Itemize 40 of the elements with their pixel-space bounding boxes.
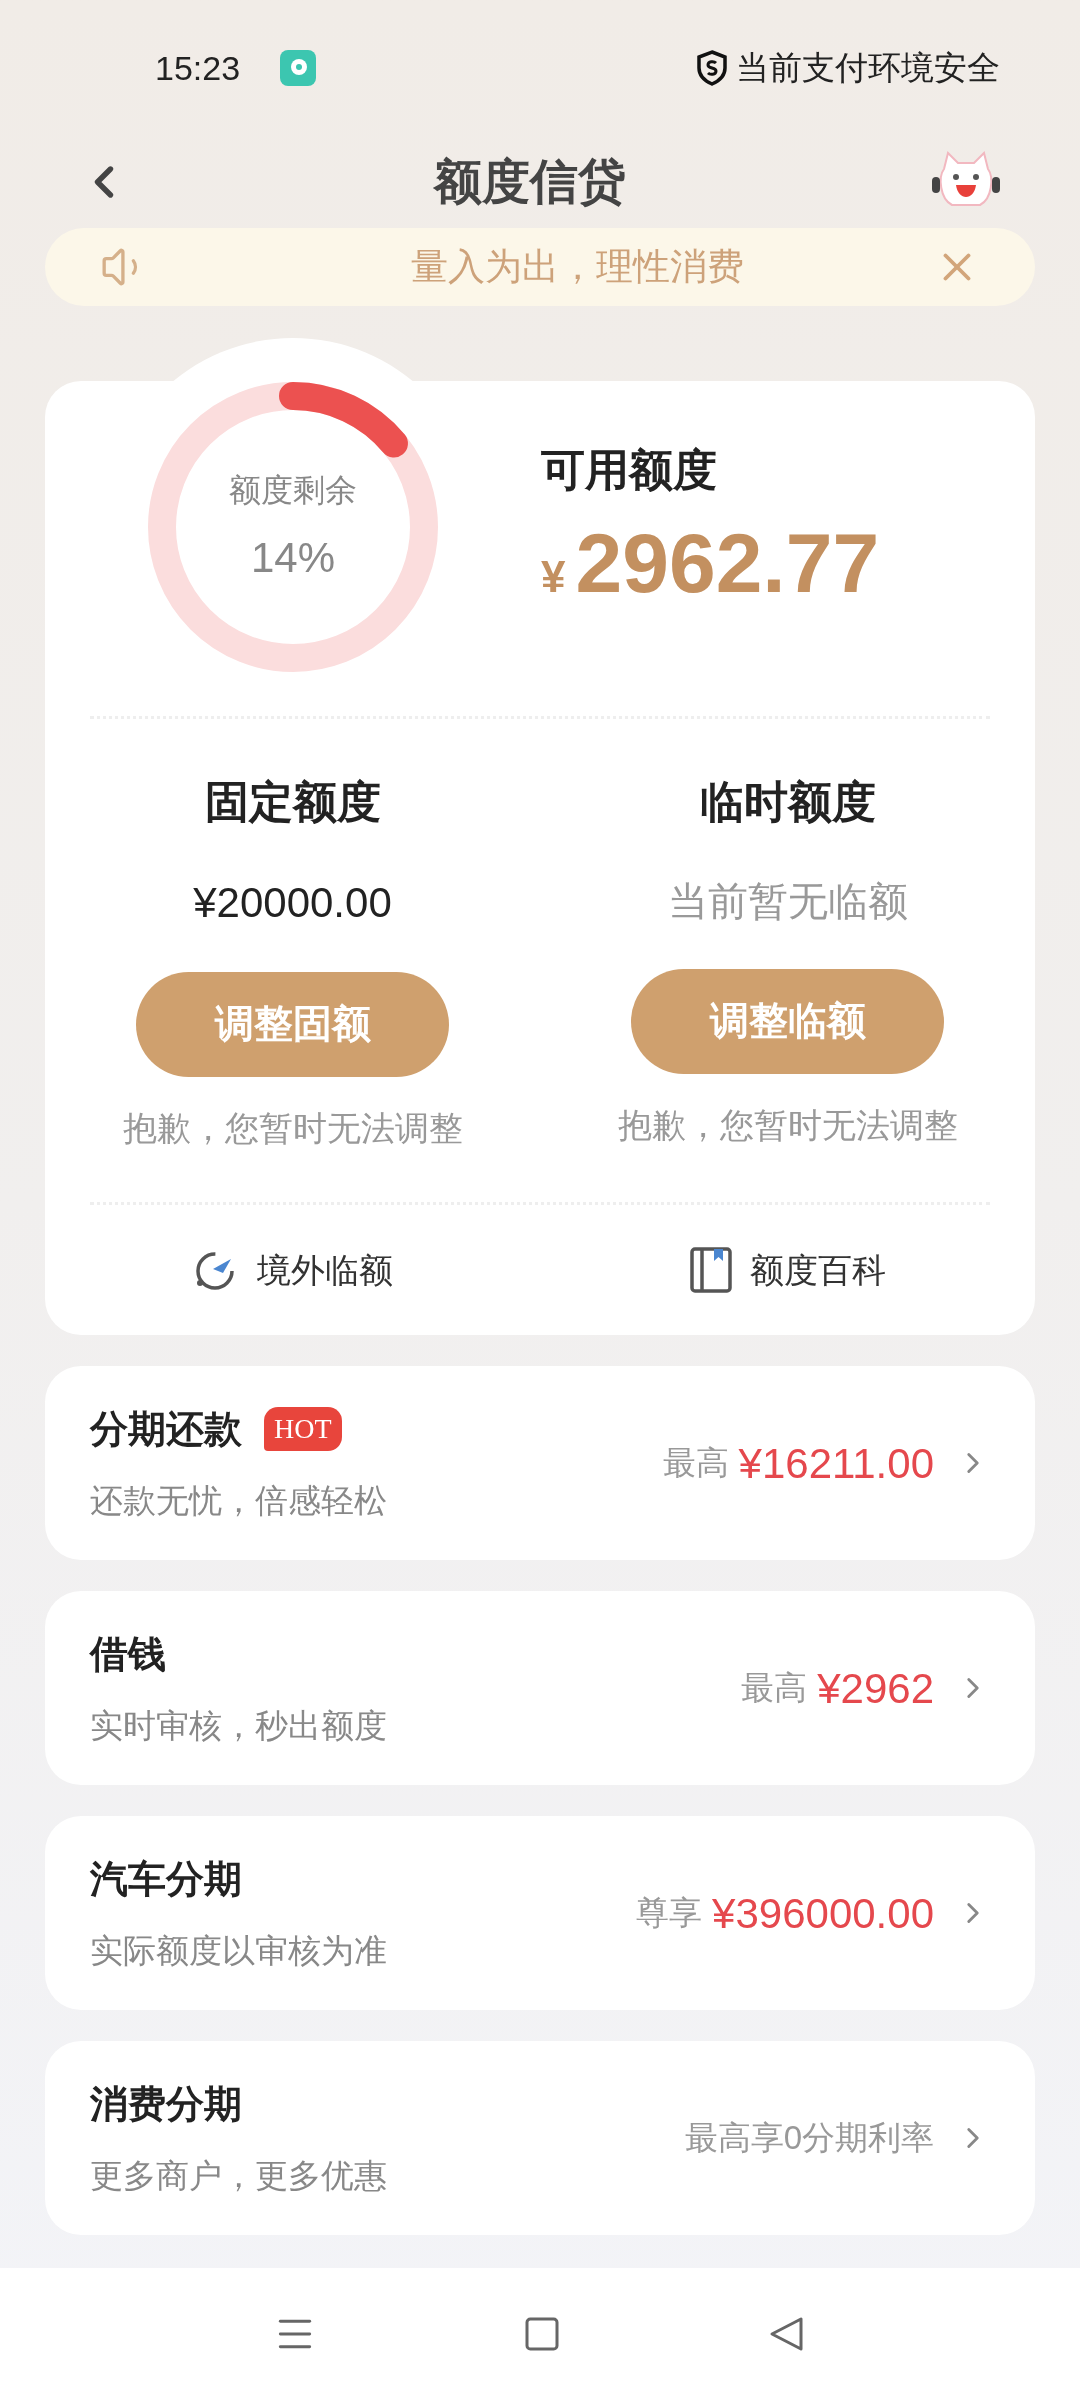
product-amount: ¥2962 <box>817 1663 934 1714</box>
product-amount: ¥396000.00 <box>712 1888 934 1939</box>
product-subtitle: 更多商户，更多优惠 <box>90 2155 388 2196</box>
product-subtitle: 实际额度以审核为准 <box>90 1930 388 1971</box>
product-card[interactable]: 借钱 实时审核，秒出额度 最高 ¥2962 <box>45 1591 1035 1785</box>
product-card[interactable]: 分期还款 HOT 还款无忧，倍感轻松 最高 ¥16211.00 <box>45 1366 1035 1560</box>
product-title: 消费分期 <box>90 2081 242 2127</box>
product-title: 借钱 <box>90 1631 166 1677</box>
amount-prefix: 尊享 <box>636 1893 703 1934</box>
product-amount: ¥16211.00 <box>738 1438 934 1489</box>
amount-prefix: 最高 <box>662 1443 729 1484</box>
ring-label: 额度剩余 <box>229 470 357 510</box>
product-subtitle: 还款无忧，倍感轻松 <box>90 1480 388 1521</box>
app-notification-icon <box>280 50 317 86</box>
product-card[interactable]: 汽车分期 实际额度以审核为准 尊享 ¥396000.00 <box>45 1816 1035 2010</box>
hot-badge: HOT <box>264 1407 342 1452</box>
quota-title: 固定额度 <box>204 776 381 828</box>
amount-prefix: 最高享0分期利率 <box>684 2118 934 2159</box>
page-title: 额度信贷 <box>434 154 626 210</box>
adjust-note: 抱歉，您暂时无法调整 <box>122 1108 463 1149</box>
shield-icon <box>696 50 728 86</box>
product-title: 分期还款 <box>90 1406 242 1452</box>
adjust-note: 抱歉，您暂时无法调整 <box>617 1105 958 1146</box>
quota-value: ¥20000.00 <box>193 878 392 928</box>
quick-link[interactable]: 境外临额 <box>45 1205 540 1335</box>
product-subtitle: 实时审核，秒出额度 <box>90 1705 388 1746</box>
product-card[interactable]: 消费分期 更多商户，更多优惠 最高享0分期利率 <box>45 2041 1035 2235</box>
status-time: 15:23 <box>155 47 241 89</box>
currency-symbol: ¥ <box>541 551 566 603</box>
ring-percent: 14% <box>250 532 336 583</box>
product-title: 汽车分期 <box>90 1856 242 1902</box>
book-icon <box>689 1247 732 1293</box>
quota-value: 当前暂无临额 <box>667 878 908 925</box>
available-amount: 2962.77 <box>575 521 880 605</box>
quick-link[interactable]: 额度百科 <box>540 1205 1035 1335</box>
notice-text: 量入为出，理性消费 <box>409 245 745 290</box>
amount-prefix: 最高 <box>741 1668 808 1709</box>
available-label: 可用额度 <box>541 444 718 496</box>
security-status: 当前支付环境安全 <box>736 48 1000 89</box>
quota-title: 临时额度 <box>699 776 876 828</box>
